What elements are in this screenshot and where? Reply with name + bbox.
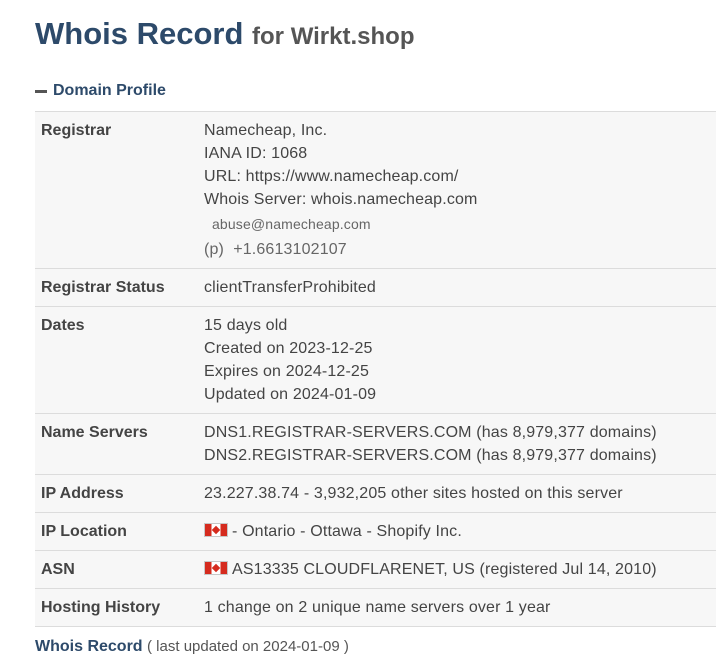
hosting-history-label: Hosting History — [41, 599, 161, 616]
row-hosting-history: Hosting History 1 change on 2 unique nam… — [35, 589, 716, 627]
name-servers-label: Name Servers — [41, 424, 148, 441]
created-date: Created on 2023-12-25 — [204, 340, 373, 357]
ip-location-label: IP Location — [41, 523, 127, 540]
row-asn: ASN AS13335 CLOUDFLARENET, US (registere… — [35, 551, 716, 589]
status-value: clientTransferProhibited — [204, 279, 376, 296]
asn-value: AS13335 CLOUDFLARENET, US (registered Ju… — [204, 551, 657, 588]
name-server-1: DNS1.REGISTRAR-SERVERS.COM (has 8,979,37… — [204, 424, 657, 441]
registrar-value: Namecheap, Inc. IANA ID: 1068 URL: https… — [204, 112, 478, 268]
phone-number: +1.6613102107 — [233, 241, 347, 258]
minus-icon — [35, 89, 47, 93]
registrar-label: Registrar — [41, 122, 112, 139]
canada-flag-icon — [204, 523, 228, 537]
page-title: Whois Record for Wirkt.shop — [35, 16, 414, 52]
row-name-servers: Name Servers DNS1.REGISTRAR-SERVERS.COM … — [35, 414, 716, 475]
last-updated-note: ( last updated on 2024-01-09 ) — [147, 638, 349, 655]
whois-page: Whois Record for Wirkt.shop Domain Profi… — [0, 0, 716, 666]
row-ip-location: IP Location - Ontario - Ottawa - Shopify… — [35, 513, 716, 551]
asn-text: AS13335 CLOUDFLARENET, US (registered Ju… — [232, 561, 657, 578]
name-servers-value: DNS1.REGISTRAR-SERVERS.COM (has 8,979,37… — [204, 414, 657, 474]
hosting-history-value[interactable]: 1 change on 2 unique name servers over 1… — [204, 589, 551, 626]
name-server-2: DNS2.REGISTRAR-SERVERS.COM (has 8,979,37… — [204, 447, 657, 464]
row-registrar-status: Registrar Status clientTransferProhibite… — [35, 269, 716, 307]
dates-label: Dates — [41, 317, 85, 334]
row-dates: Dates 15 days old Created on 2023-12-25 … — [35, 307, 716, 414]
registrar-iana: IANA ID: 1068 — [204, 145, 308, 162]
updated-date: Updated on 2024-01-09 — [204, 386, 377, 403]
ip-address-label: IP Address — [41, 485, 124, 502]
whois-record-footer: Whois Record ( last updated on 2024-01-0… — [35, 638, 349, 656]
registrar-whois-server: Whois Server: whois.namecheap.com — [204, 191, 478, 208]
registrar-name: Namecheap, Inc. — [204, 122, 328, 139]
domain-profile-toggle[interactable]: Domain Profile — [35, 82, 166, 100]
row-ip-address: IP Address 23.227.38.74 - 3,932,205 othe… — [35, 475, 716, 513]
domain-profile-label: Domain Profile — [53, 82, 166, 99]
page-title-domain: for Wirkt.shop — [252, 23, 415, 50]
ip-address-value: 23.227.38.74 - 3,932,205 other sites hos… — [204, 485, 623, 502]
registrar-email: abuse@namecheap.com — [212, 216, 371, 232]
ip-location-value: - Ontario - Ottawa - Shopify Inc. — [204, 513, 462, 550]
dates-value: 15 days old Created on 2023-12-25 Expire… — [204, 307, 376, 413]
row-registrar: Registrar Namecheap, Inc. IANA ID: 1068 … — [35, 112, 716, 269]
domain-age: 15 days old — [204, 317, 288, 334]
domain-profile-table: Registrar Namecheap, Inc. IANA ID: 1068 … — [35, 111, 716, 627]
registrar-phone: (p) +1.6613102107 — [204, 238, 478, 261]
registrar-url: URL: https://www.namecheap.com/ — [204, 168, 459, 185]
ip-location-text: - Ontario - Ottawa - Shopify Inc. — [232, 523, 462, 540]
asn-label: ASN — [41, 561, 75, 578]
status-label: Registrar Status — [41, 279, 165, 296]
page-title-main: Whois Record — [35, 16, 244, 51]
expires-date: Expires on 2024-12-25 — [204, 363, 370, 380]
whois-record-link[interactable]: Whois Record — [35, 638, 143, 655]
canada-flag-icon — [204, 561, 228, 575]
phone-prefix: (p) — [204, 241, 225, 258]
